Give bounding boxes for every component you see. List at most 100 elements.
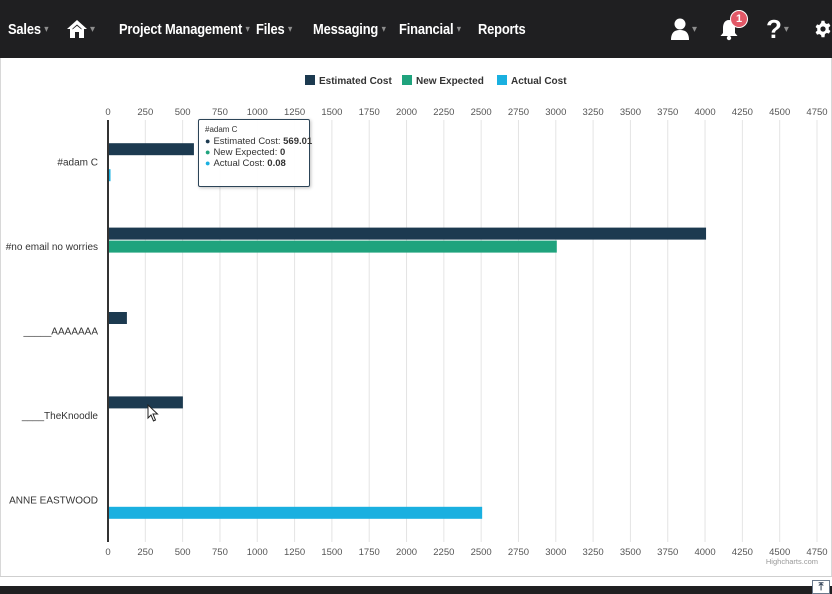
bar: [109, 227, 707, 240]
tooltip-label: Actual Cost:: [213, 158, 268, 169]
x-tick-label: 2750: [508, 107, 529, 118]
x-tick-label: 2500: [471, 107, 492, 118]
x-tick-label: 2250: [433, 107, 454, 118]
tooltip-value: 569.01: [283, 136, 313, 147]
home-icon: [67, 20, 87, 38]
nav-home[interactable]: ▾: [66, 0, 95, 58]
x-tick-label: 4500: [769, 107, 790, 118]
notification-count-badge: 1: [730, 10, 748, 28]
chevron-down-icon: ▾: [783, 23, 789, 35]
category-label: #no email no worries: [6, 242, 98, 253]
nav-files-label: Files: [256, 20, 285, 38]
tooltip-row-actual: ● Actual Cost: 0.08: [205, 158, 303, 169]
bars: [109, 143, 707, 519]
x-tick-label: 750: [212, 107, 228, 118]
legend-swatch: [402, 75, 412, 85]
bar: [109, 396, 183, 409]
x-tick-label: 750: [212, 547, 228, 558]
tooltip-label: Estimated Cost:: [213, 136, 284, 147]
nav-financial[interactable]: Financial ▾: [399, 0, 461, 58]
chevron-down-icon: ▾: [456, 23, 461, 35]
nav-reports-label: Reports: [478, 20, 526, 38]
category-label: ANNE EASTWOOD: [9, 495, 98, 506]
x-tick-label: 2000: [396, 547, 417, 558]
nav-files[interactable]: Files ▾: [256, 0, 292, 58]
legend-swatch: [497, 75, 507, 85]
x-tick-label: 1750: [359, 547, 380, 558]
x-tick-label: 4000: [694, 547, 715, 558]
x-tick-label: 1250: [284, 107, 305, 118]
category-label: ____TheKnoodle: [21, 411, 99, 422]
nav-reports[interactable]: Reports: [478, 0, 526, 58]
help-icon: ?: [766, 13, 782, 44]
nav-messaging-label: Messaging: [313, 20, 379, 38]
chart-credits[interactable]: Highcharts.com: [766, 557, 818, 566]
x-tick-label: 3000: [545, 107, 566, 118]
x-tick-label: 3250: [583, 547, 604, 558]
bullet-icon: ●: [205, 136, 211, 146]
legend-label: New Expected: [416, 76, 484, 87]
x-tick-label: 0: [105, 107, 110, 118]
arrow-up-icon: ⤒: [818, 580, 824, 593]
bar: [109, 143, 194, 156]
x-tick-label: 3500: [620, 107, 641, 118]
x-tick-label: 2250: [433, 547, 454, 558]
mouse-cursor-icon: [147, 404, 159, 422]
nav-project-management-label: Project Management: [119, 20, 243, 38]
legend-label: Estimated Cost: [319, 76, 392, 87]
nav-messaging[interactable]: Messaging ▾: [313, 0, 386, 58]
cost-bar-chart: Estimated Cost New Expected Actual Cost 0 2…: [6, 75, 828, 566]
category-label: _____AAAAAAA: [23, 327, 99, 338]
chart-legend: Estimated Cost New Expected Actual Cost: [305, 75, 567, 87]
x-tick-label: 1000: [247, 547, 268, 558]
x-tick-label: 4250: [732, 107, 753, 118]
x-tick-label: 2500: [471, 547, 492, 558]
x-tick-label: 500: [175, 107, 191, 118]
tooltip-row-estimated: ● Estimated Cost: 569.01: [205, 136, 312, 147]
tooltip-value: 0.08: [267, 158, 286, 169]
x-tick-label: 3500: [620, 547, 641, 558]
bar: [109, 240, 557, 253]
x-tick-label: 250: [137, 547, 153, 558]
nav-help[interactable]: ? ▾: [766, 0, 789, 58]
x-tick-label: 3750: [657, 107, 678, 118]
x-tick-label: 500: [175, 547, 191, 558]
x-tick-label: 3000: [545, 547, 566, 558]
x-axis-bottom: 0 250 500 750 1000 1250 1500 1750 2000 2250 2500 27…: [105, 547, 827, 558]
nav-project-management[interactable]: Project Management ▾: [119, 0, 250, 58]
nav-settings[interactable]: [814, 0, 832, 58]
chevron-down-icon: ▾: [692, 23, 698, 35]
tooltip-label: New Expected:: [213, 147, 280, 158]
nav-financial-label: Financial: [399, 20, 454, 38]
chart-tooltip: #adam C ● Estimated Cost: 569.01 ● New Exp…: [198, 119, 312, 187]
bullet-icon: ●: [205, 147, 211, 157]
chevron-down-icon: ▾: [381, 23, 386, 35]
nav-user-menu[interactable]: ▾: [670, 0, 697, 58]
x-tick-label: 1500: [321, 107, 342, 118]
x-tick-label: 1750: [359, 107, 380, 118]
tooltip-header: #adam C: [205, 125, 238, 134]
x-tick-label: 4000: [694, 107, 715, 118]
legend-swatch: [305, 75, 315, 85]
x-tick-label: 4750: [806, 107, 827, 118]
user-icon: [671, 18, 689, 40]
nav-sales-label: Sales: [8, 20, 41, 38]
bar: [109, 312, 127, 324]
tooltip-row-new-expected: ● New Expected: 0: [205, 147, 303, 158]
x-tick-label: 250: [137, 107, 153, 118]
x-tick-label: 1000: [247, 107, 268, 118]
x-tick-label: 4250: [732, 547, 753, 558]
x-tick-label: 2750: [508, 547, 529, 558]
x-tick-label: 1250: [284, 547, 305, 558]
nav-sales[interactable]: Sales ▾: [8, 0, 49, 58]
scroll-to-top-button[interactable]: ⤒: [812, 580, 830, 594]
bar: [109, 169, 111, 182]
nav-notifications[interactable]: 1: [718, 0, 748, 58]
x-tick-label: 2000: [396, 107, 417, 118]
x-tick-label: 0: [105, 547, 110, 558]
x-axis-top: 0 250 500 750 1000 1250 1500 1750 2000 2250 2500 27…: [105, 107, 827, 118]
footer-strip: [0, 586, 832, 594]
x-tick-label: 3250: [583, 107, 604, 118]
bullet-icon: ●: [205, 158, 211, 168]
legend-label: Actual Cost: [511, 76, 567, 87]
